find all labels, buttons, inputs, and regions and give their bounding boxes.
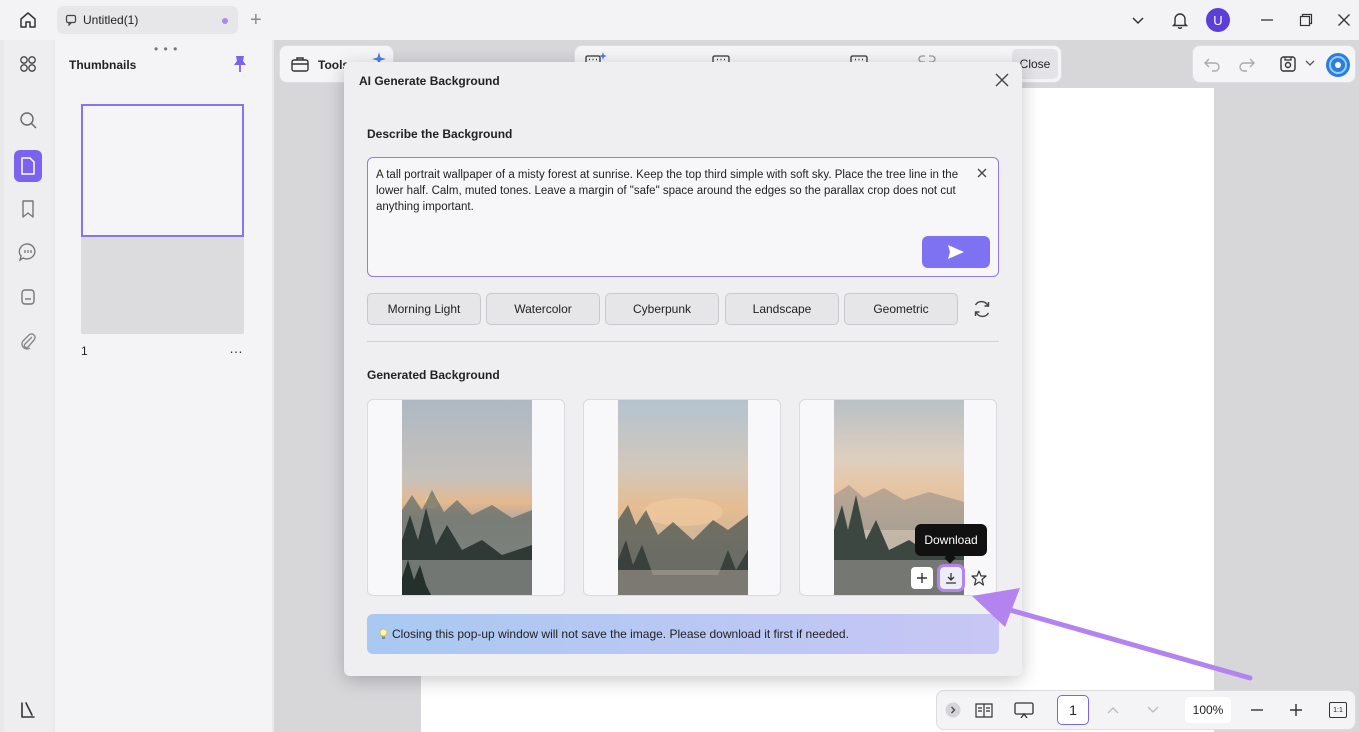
page-layout-icon[interactable] — [973, 699, 995, 721]
close-window-button[interactable] — [1333, 8, 1355, 32]
ai-generate-background-dialog: AI Generate Background Describe the Back… — [344, 62, 1022, 676]
describe-background-label: Describe the Background — [367, 127, 513, 141]
avatar-letter: U — [1206, 8, 1230, 32]
expand-bar-icon[interactable] — [945, 699, 961, 721]
page-thumbnail-sheet — [81, 104, 244, 237]
zoom-in-icon[interactable] — [1288, 699, 1304, 721]
thumbnails-icon[interactable] — [14, 150, 42, 182]
new-tab-button[interactable]: + — [250, 10, 262, 30]
bookshelf-icon[interactable] — [14, 696, 42, 724]
bookmark-icon[interactable] — [14, 195, 42, 223]
pin-icon[interactable] — [231, 54, 249, 74]
actual-size-button[interactable]: 1:1 — [1327, 699, 1349, 721]
chevron-down-icon[interactable] — [1128, 8, 1148, 32]
style-chip-landscape[interactable]: Landscape — [725, 293, 839, 325]
add-image-button[interactable] — [911, 567, 933, 589]
save-options-chevron-icon[interactable] — [1305, 59, 1315, 67]
next-page-icon[interactable] — [1145, 699, 1161, 721]
save-icon[interactable] — [1279, 55, 1297, 73]
minimize-button[interactable] — [1256, 8, 1278, 32]
download-tooltip: Download — [915, 524, 987, 564]
panel-resize-handle[interactable]: • • • — [154, 42, 178, 56]
prompt-textarea[interactable]: A tall portrait wallpaper of a misty for… — [367, 157, 999, 277]
generated-background-label: Generated Background — [367, 368, 500, 382]
home-icon[interactable] — [14, 8, 42, 32]
section-divider — [367, 341, 999, 342]
save-warning-text: Closing this pop-up window will not save… — [392, 627, 849, 641]
download-icon — [946, 573, 956, 584]
page-thumbnail[interactable] — [81, 104, 244, 334]
zoom-level[interactable]: 100% — [1185, 697, 1231, 723]
style-chip-geometric[interactable]: Geometric — [844, 293, 958, 325]
ai-assistant-icon[interactable] — [1325, 52, 1351, 78]
plus-icon — [917, 573, 927, 583]
dialog-title: AI Generate Background — [359, 74, 500, 88]
redo-icon[interactable] — [1238, 56, 1256, 72]
title-bar: Untitled(1) + U — [0, 0, 1359, 40]
undo-icon[interactable] — [1203, 56, 1221, 72]
history-toolbar — [1192, 45, 1356, 83]
star-icon — [971, 570, 987, 586]
download-tooltip-text: Download — [924, 533, 978, 547]
download-button[interactable] — [937, 564, 965, 592]
zoom-out-icon[interactable] — [1249, 699, 1265, 721]
clear-prompt-icon[interactable] — [976, 167, 988, 179]
search-icon[interactable] — [14, 106, 42, 134]
document-tab-icon — [65, 14, 77, 26]
restore-button[interactable] — [1295, 8, 1317, 32]
previous-page-icon[interactable] — [1105, 699, 1121, 721]
refresh-styles-icon[interactable] — [972, 299, 992, 319]
generated-image-card[interactable] — [367, 399, 565, 596]
comment-icon[interactable] — [14, 238, 42, 266]
page-number-label: 1 — [81, 344, 88, 358]
misty-forest-image — [402, 400, 532, 595]
generated-image-card[interactable] — [583, 399, 781, 596]
page-navigation-bar: 1 100% 1:1 — [936, 690, 1356, 730]
document-tab-title: Untitled(1) — [83, 13, 139, 27]
left-rail — [4, 40, 53, 732]
lightbulb-icon — [379, 628, 388, 640]
current-page-input[interactable]: 1 — [1057, 695, 1089, 725]
send-icon — [948, 245, 964, 259]
presentation-icon[interactable] — [1013, 699, 1035, 721]
send-button[interactable] — [922, 236, 990, 268]
save-warning-banner: Closing this pop-up window will not save… — [367, 614, 999, 654]
generated-image-card[interactable] — [799, 399, 997, 596]
thumbnails-title: Thumbnails — [69, 58, 137, 72]
page-more-button[interactable]: … — [229, 340, 244, 356]
document-tab[interactable]: Untitled(1) — [57, 6, 238, 34]
grid-icon[interactable] — [14, 50, 42, 78]
misty-forest-image — [618, 400, 748, 595]
unsaved-dot — [222, 18, 228, 24]
actual-size-label: 1:1 — [1329, 702, 1347, 718]
style-chip-watercolor[interactable]: Watercolor — [486, 293, 600, 325]
favorite-button[interactable] — [968, 567, 990, 589]
thumbnails-panel: • • • Thumbnails 1 … — [55, 40, 272, 732]
avatar[interactable]: U — [1206, 8, 1230, 32]
stamp-icon[interactable] — [14, 283, 42, 311]
dialog-close-icon[interactable] — [994, 72, 1010, 88]
prompt-text: A tall portrait wallpaper of a misty for… — [376, 169, 959, 213]
toolbox-icon — [290, 55, 310, 73]
style-chip-cyberpunk[interactable]: Cyberpunk — [605, 293, 719, 325]
bell-icon[interactable] — [1168, 8, 1192, 32]
style-chip-morning-light[interactable]: Morning Light — [367, 293, 481, 325]
attachment-icon[interactable] — [14, 327, 42, 355]
